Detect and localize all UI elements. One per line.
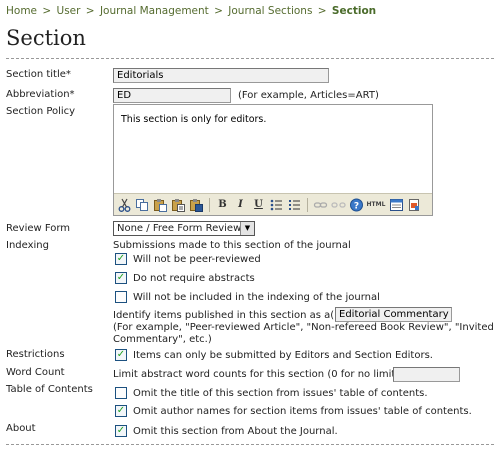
about-option-label: Omit this section from About the Journal… <box>133 426 338 437</box>
breadcrumb-journal-sections[interactable]: Journal Sections <box>228 5 312 17</box>
divider-bottom <box>6 444 494 445</box>
indexing-intro: Submissions made to this section of the … <box>113 240 351 251</box>
breadcrumb-separator: > <box>85 5 95 17</box>
identify-example-line2: Commentary", etc.) <box>113 334 212 345</box>
paste-word-icon[interactable] <box>189 198 204 212</box>
link-icon[interactable] <box>313 198 328 212</box>
cut-icon[interactable] <box>117 198 132 212</box>
section-policy-editor[interactable]: This section is only for editors. B I U <box>113 104 433 216</box>
section-title-label: Section title* <box>6 69 71 80</box>
italic-icon[interactable]: I <box>233 198 248 212</box>
indexing-label: Indexing <box>6 240 49 251</box>
word-count-text: Limit abstract word counts for this sect… <box>113 369 403 380</box>
bold-icon[interactable]: B <box>215 198 230 212</box>
toolbar-separator <box>307 198 308 212</box>
peer-review-checkbox[interactable]: ✓ <box>115 253 127 265</box>
copy-icon[interactable] <box>135 198 150 212</box>
section-policy-label: Section Policy <box>6 106 76 117</box>
about-checkbox[interactable]: ✓ <box>115 425 127 437</box>
help-icon[interactable]: ? <box>349 198 364 212</box>
section-title-input[interactable]: Editorials <box>113 68 329 83</box>
abbreviation-hint: (For example, Articles=ART) <box>238 90 379 101</box>
identify-example-line1: (For example, "Peer-reviewed Article", "… <box>113 322 494 333</box>
fullscreen-icon[interactable] <box>389 198 404 212</box>
breadcrumb-home[interactable]: Home <box>6 5 37 17</box>
numbered-list-icon[interactable] <box>287 198 302 212</box>
html-icon[interactable]: HTML <box>366 198 386 212</box>
editor-toolbar: B I U ? HTML <box>114 193 432 215</box>
word-count-input[interactable] <box>393 367 460 382</box>
identify-items-label: Identify items published in this section… <box>113 310 345 321</box>
indexing-checkbox[interactable] <box>115 291 127 303</box>
restrictions-option-label: Items can only be submitted by Editors a… <box>133 350 433 361</box>
paste-text-icon[interactable] <box>171 198 186 212</box>
divider-top <box>6 58 494 59</box>
toc-label: Table of Contents <box>6 384 93 395</box>
breadcrumb-current[interactable]: Section <box>332 5 376 17</box>
toc-omit-title-label: Omit the title of this section from issu… <box>133 388 428 399</box>
underline-icon[interactable]: U <box>251 198 266 212</box>
toc-omit-authors-label: Omit author names for section items from… <box>133 406 472 417</box>
restrictions-label: Restrictions <box>6 349 65 360</box>
breadcrumb: Home > User > Journal Management > Journ… <box>6 5 376 17</box>
toc-omit-authors-checkbox[interactable]: ✓ <box>115 405 127 417</box>
abbreviation-input[interactable]: ED <box>113 88 231 103</box>
review-form-selected: None / Free Form Review <box>117 223 242 234</box>
breadcrumb-separator: > <box>42 5 52 17</box>
restrictions-checkbox[interactable]: ✓ <box>115 349 127 361</box>
breadcrumb-separator: > <box>214 5 223 17</box>
peer-review-label: Will not be peer-reviewed <box>133 254 261 265</box>
breadcrumb-separator: > <box>317 5 327 17</box>
chevron-down-icon[interactable]: ▼ <box>240 222 254 235</box>
toc-omit-title-checkbox[interactable] <box>115 387 127 399</box>
breadcrumb-journal-management[interactable]: Journal Management <box>100 5 209 17</box>
svg-text:?: ? <box>354 202 359 212</box>
abbreviation-label: Abbreviation* <box>6 89 75 100</box>
review-form-select[interactable]: None / Free Form Review ▼ <box>113 221 255 236</box>
page-title: Section <box>6 26 86 50</box>
indexing-exclude-label: Will not be included in the indexing of … <box>133 292 380 303</box>
section-policy-text[interactable]: This section is only for editors. <box>121 114 266 125</box>
toolbar-separator <box>209 198 210 212</box>
unlink-icon[interactable] <box>331 198 346 212</box>
abstracts-checkbox[interactable]: ✓ <box>115 272 127 284</box>
abstracts-label: Do not require abstracts <box>133 273 255 284</box>
bullet-list-icon[interactable] <box>269 198 284 212</box>
breadcrumb-user[interactable]: User <box>57 5 81 17</box>
word-count-label: Word Count <box>6 367 65 378</box>
review-form-label: Review Form <box>6 223 71 234</box>
about-label: About <box>6 423 36 434</box>
upload-icon[interactable] <box>407 198 422 212</box>
paste-icon[interactable] <box>153 198 168 212</box>
identify-items-input[interactable]: Editorial Commentary <box>335 307 452 322</box>
